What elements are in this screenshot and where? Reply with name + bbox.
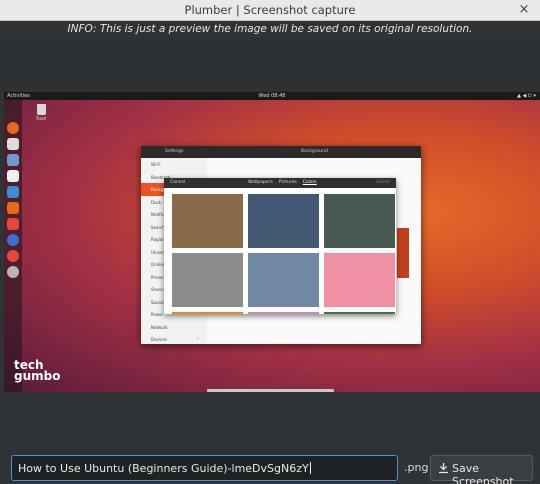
select-button: Select: [376, 180, 390, 185]
filename-input[interactable]: How to Use Ubuntu (Beginners Guide)-lmeD…: [11, 455, 398, 481]
save-screenshot-button[interactable]: Save Screenshot: [430, 455, 533, 484]
settings-sidebar-label: Network: [151, 324, 168, 330]
save-icon: [439, 463, 448, 474]
mail-icon: [7, 138, 19, 150]
background-title: Background: [301, 149, 328, 154]
dialog-tabs: Wallpapers Pictures Colors: [248, 180, 323, 185]
settings-sidebar-label: Wi-Fi: [151, 162, 161, 167]
color-swatch: [172, 312, 243, 314]
file-extension: .png: [404, 461, 429, 474]
color-picker-dialog: Cancel Wallpapers Pictures Colors Select: [164, 178, 396, 314]
color-swatch: [248, 312, 319, 314]
settings-sidebar-label: Sound: [151, 299, 164, 305]
wallpaper-preview: [397, 228, 409, 278]
watermark-line-2: gumbo: [14, 369, 61, 383]
color-swatch: [248, 194, 319, 248]
software-icon: [7, 202, 19, 214]
settings-sidebar-label: Details: [151, 349, 165, 355]
firefox-icon: [7, 122, 19, 134]
title-bar: Plumber | Screenshot capture ×: [0, 0, 540, 21]
color-swatch: [324, 253, 395, 307]
music-icon: [7, 170, 19, 182]
trash-label: Trash: [35, 116, 47, 121]
dialog-header: Cancel Wallpapers Pictures Colors Select: [164, 178, 396, 188]
desktop-top-bar: Activities Wed 08:48 ▲ ◀ ⏻ ▾: [4, 92, 540, 100]
chevron-right-icon: ›: [197, 336, 199, 342]
preview-top-padding: [0, 38, 540, 92]
cancel-button: Cancel: [170, 180, 186, 185]
settings-title: Settings: [165, 149, 184, 154]
trash-icon: [36, 104, 46, 115]
amazon-icon: [7, 218, 19, 230]
color-swatch: [172, 253, 243, 307]
text-cursor: [309, 462, 311, 474]
desktop-dock: [4, 100, 22, 392]
settings-icon: [7, 266, 19, 278]
settings-sidebar-label: Power: [151, 312, 164, 317]
dialog-tab: Wallpapers: [248, 180, 273, 185]
help-icon: [7, 234, 19, 246]
system-tray: ▲ ◀ ⏻ ▾: [517, 93, 536, 99]
dialog-tab: Colors: [302, 180, 317, 185]
settings-sidebar-label: Devices: [151, 337, 167, 342]
trash-desktop-icon: Trash: [34, 104, 48, 121]
update-icon: [7, 250, 19, 262]
close-icon[interactable]: ×: [516, 2, 532, 18]
writer-icon: [7, 186, 19, 198]
color-swatch: [248, 253, 319, 307]
screenshot-preview: Activities Wed 08:48 ▲ ◀ ⏻ ▾ Trash Setti…: [4, 92, 540, 392]
settings-header: Settings Background: [141, 146, 421, 158]
chevron-right-icon: ›: [197, 348, 199, 355]
info-message: INFO: This is just a preview the image w…: [67, 23, 473, 35]
techgumbo-watermark: tech gumbo: [14, 359, 61, 383]
color-swatch: [324, 312, 395, 314]
settings-sidebar-item: Details ›: [141, 346, 207, 359]
settings-sidebar-item: Network: [141, 321, 207, 334]
files-icon: [7, 154, 19, 166]
window-title: Plumber | Screenshot capture: [184, 3, 356, 17]
dialog-tab: Pictures: [278, 180, 297, 185]
settings-sidebar-item: Wi-Fi: [141, 158, 207, 171]
color-swatch: [324, 194, 395, 248]
filename-value: How to Use Ubuntu (Beginners Guide)-lmeD…: [18, 462, 309, 475]
save-button-label: Save Screenshot: [452, 462, 514, 484]
clock-label: Wed 08:48: [258, 93, 286, 99]
color-swatch: [172, 194, 243, 248]
settings-sidebar-label: Search: [151, 224, 165, 230]
settings-sidebar-item: Devices ›: [141, 333, 207, 346]
settings-sidebar-label: Dock: [151, 199, 162, 205]
preview-scrollbar[interactable]: [207, 389, 334, 392]
